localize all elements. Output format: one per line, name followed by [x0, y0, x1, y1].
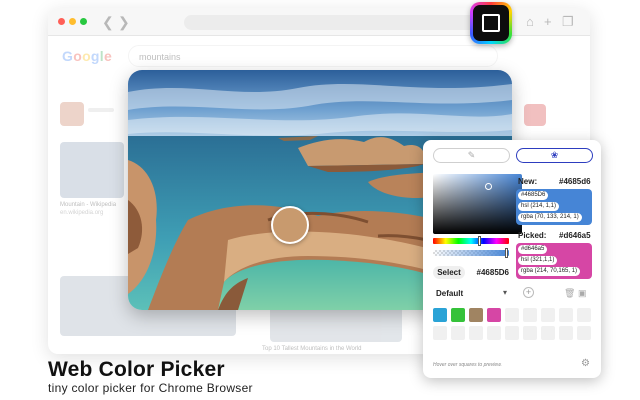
- alpha-slider-handle[interactable]: [505, 248, 508, 258]
- add-palette-icon[interactable]: +: [523, 287, 534, 298]
- palette-empty-slot[interactable]: [433, 326, 447, 340]
- palette-empty-slot[interactable]: [577, 308, 591, 322]
- trash-icon[interactable]: 🗑: [564, 288, 575, 298]
- close-window-dot[interactable]: [58, 18, 65, 25]
- result-thumbnail: [60, 102, 84, 126]
- hover-hint: Hover over squares to preview.: [433, 362, 502, 368]
- eyedropper-mode-button[interactable]: ✎: [433, 148, 510, 163]
- palette-empty-slot[interactable]: [487, 326, 501, 340]
- new-hsl-pill[interactable]: hsl (214, 1,1): [518, 202, 560, 211]
- picked-hex-value: #d646a5: [559, 231, 591, 240]
- palette-empty-slot[interactable]: [559, 326, 573, 340]
- picked-rgba-pill[interactable]: rgba (214, 70,165, 1): [518, 267, 581, 276]
- picked-label: Picked:: [518, 231, 547, 240]
- extension-icon[interactable]: [470, 2, 512, 44]
- google-logo: Google: [62, 48, 113, 64]
- color-picker-panel: ✎ ❀ Select #4685D6 New: #4685d6 #4685D6 …: [423, 140, 601, 378]
- home-icon[interactable]: ⌂: [526, 13, 534, 31]
- palette-swatch[interactable]: [451, 308, 465, 322]
- google-search-box[interactable]: mountains: [128, 45, 498, 67]
- minimize-window-dot[interactable]: [69, 18, 76, 25]
- result-thumbnail: [524, 104, 546, 126]
- palette-empty-slot[interactable]: [523, 308, 537, 322]
- extension-icon-inner: [473, 5, 509, 41]
- new-hex-value: #4685d6: [559, 177, 591, 186]
- promo-subtitle: tiny color picker for Chrome Browser: [48, 381, 253, 395]
- palette-mode-button[interactable]: ❀: [516, 148, 593, 163]
- hue-slider-handle[interactable]: [478, 236, 481, 246]
- palette-empty-slot[interactable]: [505, 308, 519, 322]
- eyedropper-icon: ✎: [467, 150, 476, 160]
- result-caption[interactable]: Mountain - Wikipedia: [60, 202, 116, 208]
- square-icon: [482, 14, 500, 32]
- palette-empty-slot[interactable]: [523, 326, 537, 340]
- palette-empty-slot[interactable]: [577, 326, 591, 340]
- select-button[interactable]: Select: [433, 266, 465, 279]
- palette-empty-slot[interactable]: [505, 326, 519, 340]
- palette-empty-slot[interactable]: [469, 326, 483, 340]
- palette-selector[interactable]: Default: [436, 289, 463, 299]
- picked-hex-pill[interactable]: #d646a5: [518, 245, 548, 254]
- new-rgba-pill[interactable]: rgba (70, 133, 214, 1): [518, 213, 582, 222]
- palette-swatch[interactable]: [433, 308, 447, 322]
- picked-color-swatch[interactable]: #d646a5 hsl (321,1,1) rgba (214, 70,165,…: [516, 243, 592, 279]
- image-icon[interactable]: ▣: [578, 288, 587, 298]
- saturation-value-area[interactable]: [433, 174, 522, 234]
- new-tab-icon[interactable]: +: [544, 13, 552, 31]
- sv-cursor[interactable]: [485, 183, 492, 190]
- address-bar[interactable]: ⚲: [184, 15, 498, 30]
- result-image: [60, 142, 124, 198]
- promo-title: Web Color Picker: [48, 358, 225, 381]
- palette-swatch[interactable]: [469, 308, 483, 322]
- forward-arrow-icon[interactable]: ❯: [118, 13, 130, 31]
- new-label: New:: [518, 177, 538, 186]
- screenshot: ❮ ❯ ⚲ ⌂ + ❐ Google mountains Mountain - …: [0, 0, 640, 400]
- palette-empty-slot[interactable]: [541, 326, 555, 340]
- result-caption[interactable]: Top 10 Tallest Mountains in the World: [262, 346, 362, 352]
- palette-icon: ❀: [550, 150, 559, 160]
- result-line: [88, 108, 114, 112]
- result-domain: en.wikipedia.org: [60, 210, 104, 216]
- chevron-down-icon[interactable]: ▾: [503, 288, 507, 298]
- new-color-swatch[interactable]: #4685D6 hsl (214, 1,1) rgba (70, 133, 21…: [516, 189, 592, 225]
- palette-empty-slot[interactable]: [541, 308, 555, 322]
- hue-slider[interactable]: [433, 236, 509, 246]
- alpha-slider[interactable]: [433, 248, 509, 258]
- palette-empty-slot[interactable]: [559, 308, 573, 322]
- color-sample-lens[interactable]: [271, 206, 309, 244]
- new-hex-pill[interactable]: #4685D6: [518, 191, 549, 200]
- palette-empty-slot[interactable]: [451, 326, 465, 340]
- maximize-window-dot[interactable]: [80, 18, 87, 25]
- gear-icon[interactable]: ⚙: [581, 359, 590, 369]
- select-hex-value: #4685D6: [476, 268, 509, 277]
- palette-swatch[interactable]: [487, 308, 501, 322]
- tabs-icon[interactable]: ❐: [562, 13, 574, 31]
- picked-hsl-pill[interactable]: hsl (321,1,1): [518, 256, 558, 265]
- search-query: mountains: [139, 52, 181, 62]
- back-arrow-icon[interactable]: ❮: [102, 13, 114, 31]
